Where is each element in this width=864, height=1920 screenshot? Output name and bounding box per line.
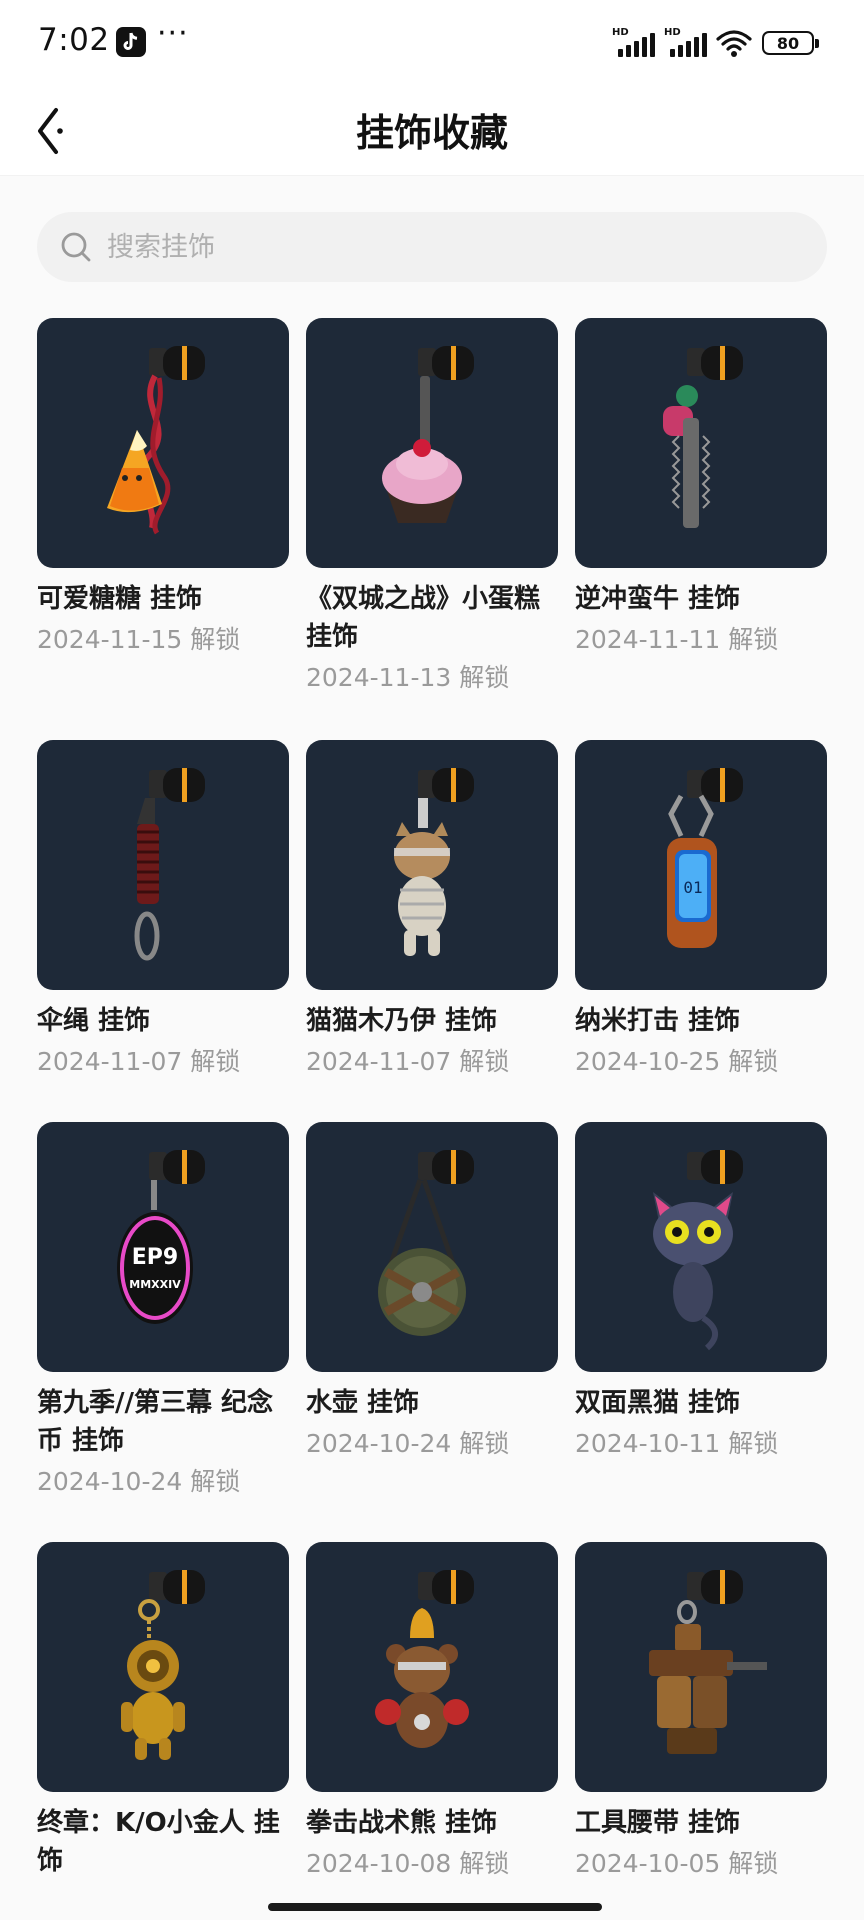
charm-card[interactable]: 《双城之战》小蛋糕 挂饰 2024-11-13 解锁	[306, 318, 558, 694]
unlock-date: 2024-10-05 解锁	[575, 1849, 779, 1878]
home-indicator[interactable]	[268, 1903, 602, 1911]
charm-thumbnail[interactable]	[306, 1122, 558, 1372]
charm-name: 双面黑猫 挂饰	[575, 1388, 741, 1418]
charm-card[interactable]: EP9 MMXXIV 第九季//第三幕 纪念币 挂饰 2024-10-24 解锁	[37, 1122, 289, 1498]
svg-text:01: 01	[683, 878, 702, 897]
charm-name: 第九季//第三幕 纪念币 挂饰	[37, 1388, 274, 1456]
unlock-date: 2024-10-25 解锁	[575, 1047, 779, 1076]
charm-card[interactable]: 可爱糖糖 挂饰 2024-11-15 解锁	[37, 318, 289, 656]
charm-thumbnail[interactable]: EP9 MMXXIV	[37, 1122, 289, 1372]
boxing-bear-charm-icon	[375, 1570, 474, 1748]
search-input[interactable]	[107, 231, 787, 263]
page-title: 挂饰收藏	[355, 111, 508, 155]
charm-name: 《双城之战》小蛋糕 挂饰	[306, 584, 541, 652]
charm-thumbnail[interactable]	[575, 1542, 827, 1792]
charm-card[interactable]: 水壶 挂饰 2024-10-24 解锁	[306, 1122, 558, 1460]
search-box[interactable]	[37, 212, 827, 282]
charm-thumbnail[interactable]	[575, 318, 827, 568]
charm-card[interactable]: 01 纳米打击 挂饰 2024-10-25 解锁	[575, 740, 827, 1078]
charm-name: 逆冲蛮牛 挂饰	[575, 584, 741, 614]
unlock-date: 2024-10-11 解锁	[575, 1429, 779, 1458]
status-bar: 7:02 ··· HD HD 80	[0, 0, 864, 86]
battery-level: 80	[776, 33, 800, 53]
charm-name: 终章：K/O小金人 挂饰	[37, 1808, 280, 1876]
charm-thumbnail[interactable]	[37, 318, 289, 568]
charm-name: 纳米打击 挂饰	[575, 1006, 741, 1036]
coin-text-ep9: EP9	[132, 1245, 178, 1270]
charm-name: 可爱糖糖 挂饰	[37, 584, 203, 614]
chainsaw-charm-icon	[663, 346, 743, 528]
candy-corn-charm-icon	[107, 346, 205, 535]
charm-thumbnail[interactable]	[575, 1122, 827, 1372]
charm-thumbnail[interactable]: 01	[575, 740, 827, 990]
search-icon	[61, 232, 91, 262]
battery-icon: 80	[762, 31, 819, 55]
signal-1-icon: HD	[612, 27, 655, 57]
wifi-icon	[716, 30, 752, 57]
unlock-date: 2024-10-24 解锁	[306, 1429, 510, 1458]
status-time: 7:02	[38, 22, 110, 58]
unlock-date: 2024-11-07 解锁	[306, 1047, 510, 1076]
charm-thumbnail[interactable]	[306, 740, 558, 990]
signal-2-icon: HD	[664, 27, 707, 57]
paracord-charm-icon	[134, 768, 205, 961]
coin-text-year: MMXXIV	[129, 1278, 181, 1291]
coin-charm-icon: EP9 MMXXIV	[117, 1150, 205, 1324]
charm-card[interactable]: 猫猫木乃伊 挂饰 2024-11-07 解锁	[306, 740, 558, 1078]
charm-thumbnail[interactable]	[37, 740, 289, 990]
unlock-date: 2024-11-13 解锁	[306, 663, 510, 692]
charm-card[interactable]: 拳击战术熊 挂饰 2024-10-08 解锁	[306, 1542, 558, 1880]
charm-card[interactable]: 伞绳 挂饰 2024-11-07 解锁	[37, 740, 289, 1078]
header: 挂饰收藏	[0, 86, 864, 176]
unlock-date: 2024-11-15 解锁	[37, 625, 241, 654]
unlock-date: 2024-11-11 解锁	[575, 625, 779, 654]
black-cat-charm-icon	[653, 1150, 743, 1351]
charm-thumbnail[interactable]	[306, 318, 558, 568]
unlock-date: 2024-10-24 解锁	[37, 1467, 241, 1496]
charm-name: 猫猫木乃伊 挂饰	[306, 1006, 498, 1036]
charm-card[interactable]: 工具腰带 挂饰 2024-10-05 解锁	[575, 1542, 827, 1880]
mummy-cat-charm-icon	[394, 768, 474, 956]
nano-strike-charm-icon: 01	[667, 768, 743, 948]
tiktok-icon	[116, 27, 146, 57]
more-dots-icon: ···	[157, 16, 189, 51]
charm-thumbnail[interactable]	[306, 1542, 558, 1792]
charm-card[interactable]: 双面黑猫 挂饰 2024-10-11 解锁	[575, 1122, 827, 1460]
charm-name: 伞绳 挂饰	[37, 1006, 151, 1036]
charm-card[interactable]: 逆冲蛮牛 挂饰 2024-11-11 解锁	[575, 318, 827, 656]
tool-belt-charm-icon	[649, 1570, 767, 1754]
charm-name: 工具腰带 挂饰	[575, 1808, 741, 1838]
charm-name: 拳击战术熊 挂饰	[306, 1808, 498, 1838]
charm-thumbnail[interactable]	[37, 1542, 289, 1792]
charm-name: 水壶 挂饰	[306, 1388, 420, 1418]
unlock-date: 2024-11-07 解锁	[37, 1047, 241, 1076]
golden-figure-charm-icon	[121, 1570, 205, 1760]
unlock-date: 2024-10-08 解锁	[306, 1849, 510, 1878]
canteen-charm-icon	[378, 1150, 474, 1336]
cupcake-charm-icon	[382, 346, 474, 523]
charm-card[interactable]: 终章：K/O小金人 挂饰	[37, 1542, 289, 1886]
